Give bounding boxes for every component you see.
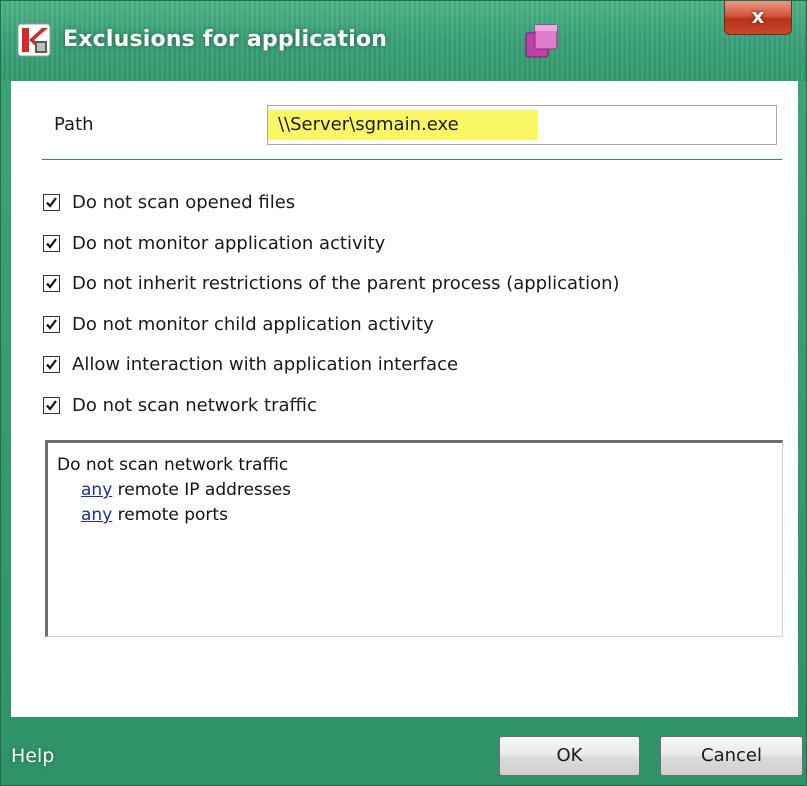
checkbox-checked[interactable] xyxy=(43,234,60,252)
help-link[interactable]: Help xyxy=(11,745,54,767)
rule-details-title: Do not scan network traffic xyxy=(57,455,289,475)
option-do-not-scan-opened-files[interactable]: Do not scan opened files xyxy=(43,189,295,215)
divider xyxy=(42,159,782,160)
window-stack-icon[interactable] xyxy=(522,21,562,61)
rule-details-panel: Do not scan network traffic any remote I… xyxy=(45,440,783,637)
dialog-content: Path \\Server\sgmain.exe Do not scan ope… xyxy=(11,81,798,717)
option-label: Do not monitor child application activit… xyxy=(72,313,434,335)
ok-button[interactable]: OK xyxy=(499,736,640,776)
checkbox-checked[interactable] xyxy=(43,193,60,211)
option-label: Allow interaction with application inter… xyxy=(72,353,459,375)
title-bar[interactable]: Exclusions for application x xyxy=(1,1,806,81)
path-label: Path xyxy=(54,114,94,135)
checkbox-checked[interactable] xyxy=(43,315,60,333)
close-button[interactable]: x xyxy=(724,1,792,35)
dialog-window: Exclusions for application x Path \\Serv… xyxy=(0,0,807,786)
cancel-button[interactable]: Cancel xyxy=(660,736,803,776)
option-allow-interaction-with-application-interface[interactable]: Allow interaction with application inter… xyxy=(43,351,458,377)
option-label: Do not scan opened files xyxy=(72,191,296,213)
rule-detail-text: remote ports xyxy=(112,505,228,525)
option-do-not-scan-network-traffic[interactable]: Do not scan network traffic xyxy=(43,392,317,418)
option-label: Do not scan network traffic xyxy=(72,394,317,416)
checkbox-checked[interactable] xyxy=(43,274,60,292)
checkbox-checked[interactable] xyxy=(43,355,60,373)
option-do-not-monitor-application-activity[interactable]: Do not monitor application activity xyxy=(43,230,385,256)
any-ports-link[interactable]: any xyxy=(81,505,112,525)
any-ip-link[interactable]: any xyxy=(81,480,112,500)
rule-detail-ip-addresses: any remote IP addresses xyxy=(81,480,291,500)
option-label: Do not monitor application activity xyxy=(72,232,386,254)
rule-detail-text: remote IP addresses xyxy=(112,480,292,500)
path-value: \\Server\sgmain.exe xyxy=(278,114,459,135)
window-title: Exclusions for application xyxy=(63,27,388,52)
rule-detail-ports: any remote ports xyxy=(81,505,228,525)
option-do-not-monitor-child-application-activity[interactable]: Do not monitor child application activit… xyxy=(43,311,434,337)
path-input[interactable]: \\Server\sgmain.exe xyxy=(267,105,777,145)
option-label: Do not inherit restrictions of the paren… xyxy=(72,272,620,294)
close-icon: x xyxy=(751,4,765,28)
option-do-not-inherit-restrictions[interactable]: Do not inherit restrictions of the paren… xyxy=(43,270,620,296)
kaspersky-k-icon xyxy=(17,23,51,57)
checkbox-checked[interactable] xyxy=(43,396,60,414)
